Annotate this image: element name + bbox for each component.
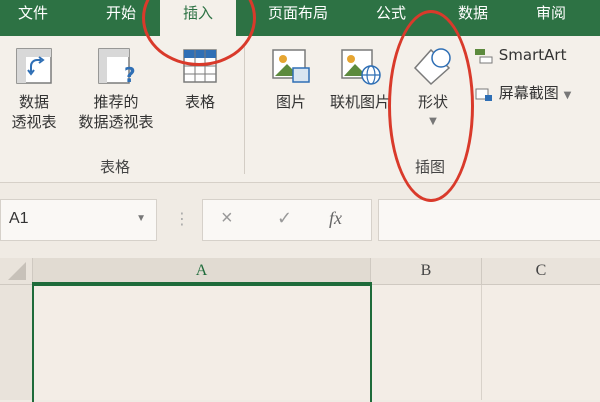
smartart-label: SmartArt [498, 46, 567, 64]
recommended-pivottable-icon: ? [96, 46, 136, 87]
pivottable-button[interactable]: 数据 透视表 [6, 46, 62, 132]
screenshot-icon [474, 85, 494, 103]
group-label-illustrations: 插图 [414, 158, 445, 176]
group-label-tables: 表格 [99, 158, 130, 176]
worksheet-grid: A B C [0, 258, 600, 402]
pivottable-label-line1: 数据 [18, 93, 49, 111]
tab-formulas[interactable]: 公式 [368, 0, 414, 36]
name-box-dropdown-icon[interactable]: ▼ [136, 213, 146, 224]
screenshot-dropdown-icon[interactable]: ▼ [564, 90, 572, 101]
pivottable-label-line2: 透视表 [11, 113, 57, 131]
online-pictures-label: 联机图片 [329, 93, 390, 111]
pictures-button[interactable]: 图片 [264, 46, 318, 112]
ribbon: 数据 透视表 ? 推荐的 数据透视表 表格 表格 图片 联机图片 形状 ▼ Sm… [0, 36, 600, 183]
shapes-icon [411, 46, 455, 86]
pictures-label: 图片 [275, 93, 306, 111]
recommended-label-line2: 数据透视表 [78, 113, 154, 131]
name-box-value: A1 [9, 210, 29, 227]
insert-function-icon[interactable]: fx [329, 208, 342, 229]
gridline [481, 285, 482, 400]
recommended-label-line1: 推荐的 [93, 93, 139, 111]
enter-icon[interactable]: ✓ [277, 208, 292, 229]
table-label: 表格 [184, 93, 215, 111]
formula-controls: × ✓ fx [202, 199, 372, 241]
online-pictures-button[interactable]: 联机图片 [322, 46, 398, 112]
screenshot-label: 屏幕截图 [498, 84, 559, 102]
column-header-c[interactable]: C [482, 258, 600, 285]
cancel-icon[interactable]: × [221, 207, 233, 230]
recommended-pivottables-button[interactable]: ? 推荐的 数据透视表 [68, 46, 164, 132]
name-box[interactable]: A1 ▼ [0, 199, 157, 241]
shapes-label: 形状 [417, 93, 448, 111]
table-icon [180, 46, 220, 86]
selected-cell-a1[interactable] [32, 282, 372, 402]
pivottable-icon [14, 46, 54, 86]
row-header-column [0, 285, 33, 400]
formula-input[interactable] [378, 199, 600, 241]
shapes-button[interactable]: 形状 ▼ [406, 46, 460, 132]
tab-page-layout[interactable]: 页面布局 [258, 0, 338, 36]
tab-insert[interactable]: 插入 [160, 0, 236, 36]
formula-bar: A1 ▼ ⋮ × ✓ fx [0, 183, 600, 258]
smartart-icon [474, 47, 494, 65]
group-separator [244, 44, 245, 174]
formula-bar-grip-icon: ⋮ [174, 211, 190, 228]
svg-text:?: ? [124, 63, 136, 86]
tab-review[interactable]: 审阅 [528, 0, 574, 36]
select-all-corner[interactable] [0, 258, 33, 285]
tab-home[interactable]: 开始 [98, 0, 144, 36]
screenshot-button[interactable]: 屏幕截图 ▼ [474, 82, 571, 103]
table-button[interactable]: 表格 [172, 46, 228, 112]
tab-data[interactable]: 数据 [450, 0, 496, 36]
online-picture-icon [338, 46, 382, 86]
column-header-b[interactable]: B [371, 258, 482, 285]
ribbon-tab-bar: 文件 开始 插入 页面布局 公式 数据 审阅 [0, 0, 600, 36]
picture-icon [269, 46, 313, 86]
tab-file[interactable]: 文件 [10, 0, 56, 36]
smartart-button[interactable]: SmartArt [474, 46, 566, 65]
shapes-dropdown-icon[interactable]: ▼ [406, 112, 460, 132]
